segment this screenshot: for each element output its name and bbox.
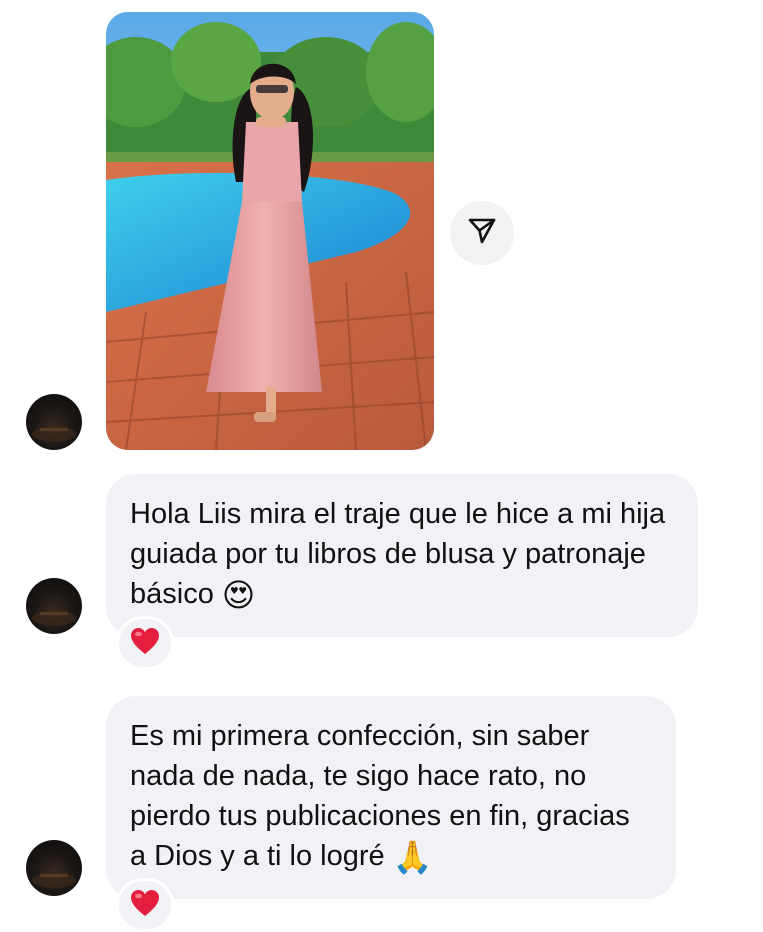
reaction-badge[interactable] — [116, 878, 174, 932]
message-bubble[interactable]: Es mi primera confección, sin saber nada… — [106, 696, 676, 899]
heart-icon — [130, 889, 160, 922]
avatar[interactable] — [26, 578, 82, 634]
send-icon — [467, 216, 497, 251]
heart-eyes-emoji: 😍 — [221, 576, 256, 614]
message-bubble[interactable]: Hola Liis mira el traje que le hice a mi… — [106, 474, 698, 637]
avatar[interactable] — [26, 394, 82, 450]
heart-icon — [130, 627, 160, 660]
avatar[interactable] — [26, 840, 82, 896]
shared-photo[interactable] — [106, 12, 434, 450]
praying-hands-emoji: 🙏 — [392, 838, 433, 876]
reaction-badge[interactable] — [116, 616, 174, 670]
message-text: Hola Liis mira el traje que le hice a mi… — [130, 498, 666, 610]
message-text: Es mi primera confección, sin saber nada… — [130, 720, 630, 872]
share-button[interactable] — [450, 201, 514, 265]
